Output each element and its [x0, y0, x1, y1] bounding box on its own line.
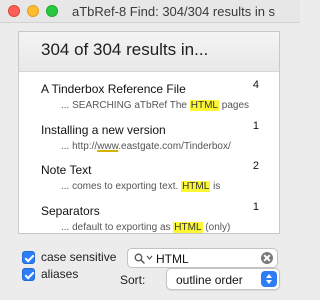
- snippet-text: ... default to exporting as: [61, 222, 174, 233]
- aliases-checkbox[interactable]: [22, 267, 35, 281]
- zoom-window-button[interactable]: [46, 5, 58, 17]
- snippet-text: ... comes to exporting text.: [61, 181, 182, 192]
- case-sensitive-checkbox[interactable]: [22, 250, 35, 264]
- snippet-text: is: [210, 181, 221, 192]
- case-sensitive-label: case sensitive: [41, 250, 117, 264]
- snippet-text: ... http://: [61, 141, 98, 152]
- sort-order-select[interactable]: outline order: [166, 268, 280, 290]
- result-title: Installing a new version: [41, 123, 166, 137]
- snippet-match-highlight: HTML: [181, 181, 211, 192]
- result-title: Separators: [41, 204, 100, 218]
- results-list[interactable]: 304 of 304 results in... A Tinderbox Ref…: [18, 31, 280, 234]
- result-title: Note Text: [41, 163, 92, 177]
- result-item[interactable]: A Tinderbox Reference File 4 ... SEARCHI…: [19, 79, 279, 124]
- search-input[interactable]: [156, 251, 256, 266]
- result-snippet: ... comes to exporting text. HTML is: [61, 181, 220, 192]
- results-summary: 304 of 304 results in...: [41, 40, 209, 59]
- result-count: 1: [252, 120, 259, 132]
- chevron-down-icon[interactable]: [146, 254, 153, 261]
- result-item[interactable]: Separators 1 ... default to exporting as…: [19, 201, 279, 233]
- result-count: 2: [252, 160, 259, 172]
- snippet-match-highlight: HTML: [189, 100, 219, 111]
- aliases-label: aliases: [41, 267, 79, 281]
- clear-search-icon[interactable]: [261, 252, 273, 264]
- result-item[interactable]: Note Text 2 ... comes to exporting text.…: [19, 160, 279, 205]
- result-snippet: ... default to exporting as HTML (only): [61, 222, 230, 233]
- snippet-text: .eastgate.com/Tinderbox/: [118, 141, 231, 152]
- result-item[interactable]: Installing a new version 1 ... http://ww…: [19, 120, 279, 165]
- snippet-match-underline: www: [97, 141, 119, 152]
- snippet-match-highlight: HTML: [173, 222, 203, 233]
- aliases-option[interactable]: aliases: [22, 266, 78, 282]
- result-snippet: ... SEARCHING aTbRef The HTML pages: [61, 100, 249, 111]
- snippet-text: ... SEARCHING aTbRef The: [61, 100, 190, 111]
- search-icon[interactable]: [134, 253, 145, 264]
- result-snippet: ... http://www.eastgate.com/Tinderbox/: [61, 141, 231, 152]
- snippet-text: (only): [202, 222, 231, 233]
- case-sensitive-option[interactable]: case sensitive: [22, 249, 116, 265]
- results-header: 304 of 304 results in...: [19, 32, 279, 72]
- result-count: 4: [252, 79, 259, 91]
- result-title: A Tinderbox Reference File: [41, 82, 186, 96]
- title-bar[interactable]: aTbRef-8 Find: 304/304 results in s: [0, 0, 300, 23]
- window-title: aTbRef-8 Find: 304/304 results in s: [72, 4, 276, 19]
- minimize-window-button[interactable]: [27, 5, 39, 17]
- close-window-button[interactable]: [8, 5, 20, 17]
- result-count: 1: [252, 201, 259, 213]
- sort-label: Sort:: [120, 273, 146, 287]
- snippet-text: pages: [218, 100, 250, 111]
- find-window: aTbRef-8 Find: 304/304 results in s 304 …: [0, 0, 300, 300]
- up-down-arrows-icon[interactable]: [261, 271, 277, 287]
- sort-selected-value: outline order: [176, 273, 243, 287]
- search-field[interactable]: [127, 248, 278, 268]
